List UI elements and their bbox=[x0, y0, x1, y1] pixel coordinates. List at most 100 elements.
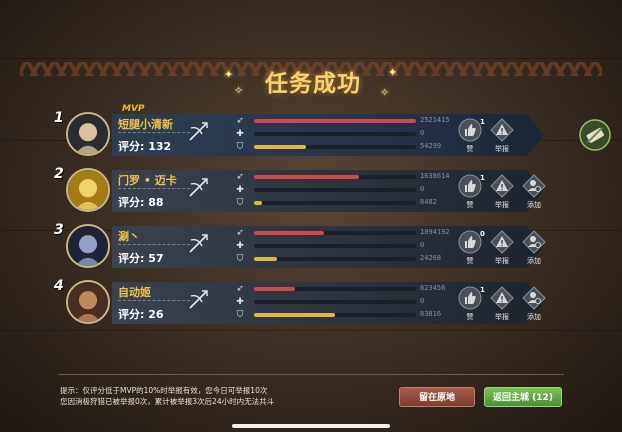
name-underline bbox=[118, 244, 190, 245]
damage-value: 2521415 bbox=[420, 116, 450, 124]
rank-number: 2 bbox=[54, 166, 64, 182]
like-count: 0 bbox=[480, 230, 485, 238]
tank-value: 83816 bbox=[420, 310, 442, 318]
add-friend-icon[interactable] bbox=[522, 174, 546, 198]
wood-plank-line bbox=[0, 58, 622, 59]
share-icon[interactable] bbox=[578, 118, 612, 152]
score-prefix: 评分: bbox=[118, 140, 149, 153]
heal-value: 0 bbox=[420, 185, 425, 193]
player-avatar[interactable] bbox=[66, 280, 110, 324]
sparkle-icon: ✧ bbox=[234, 84, 244, 97]
player-name[interactable]: 自动姬 bbox=[118, 284, 151, 300]
stay-button[interactable]: 留在原地 bbox=[399, 387, 475, 407]
shield-icon: ⛉ bbox=[236, 142, 244, 152]
sparkle-icon: ✦ bbox=[224, 68, 234, 81]
tank-value: 54299 bbox=[420, 142, 442, 150]
add-friend-label: 添加 bbox=[527, 313, 541, 321]
rank-number: 3 bbox=[54, 222, 64, 238]
player-avatar[interactable] bbox=[66, 112, 110, 156]
heal-value: 0 bbox=[420, 241, 425, 249]
return-to-city-button[interactable]: 返回主城 (12) bbox=[484, 387, 562, 407]
like-button[interactable] bbox=[458, 230, 482, 254]
score-prefix: 评分: bbox=[118, 308, 149, 321]
warning-icon[interactable] bbox=[490, 230, 514, 254]
crossbow-icon bbox=[189, 234, 208, 253]
like-button[interactable] bbox=[458, 286, 482, 310]
mvp-badge: MVP bbox=[122, 104, 145, 114]
tank-bar-fill bbox=[254, 145, 306, 149]
name-underline bbox=[118, 188, 190, 189]
score-value: 88 bbox=[148, 196, 164, 209]
shield-icon: ⛉ bbox=[236, 310, 244, 320]
tank-bar bbox=[254, 313, 416, 317]
tank-value: 8482 bbox=[420, 198, 437, 206]
plus-icon: ✚ bbox=[236, 241, 244, 251]
report-label: 举报 bbox=[495, 145, 509, 153]
player-score: 评分: 26 bbox=[118, 306, 164, 322]
crossbow-icon bbox=[189, 122, 208, 141]
wood-plank-line bbox=[0, 330, 622, 331]
player-name[interactable]: 短腿小清新 bbox=[118, 116, 173, 132]
like-label: 赞 bbox=[466, 201, 474, 209]
sparkle-icon: ✧ bbox=[380, 86, 390, 99]
player-score: 评分: 57 bbox=[118, 250, 164, 266]
damage-bar-fill bbox=[254, 287, 295, 291]
tank-bar bbox=[254, 201, 416, 205]
plus-icon: ✚ bbox=[236, 185, 244, 195]
heal-value: 0 bbox=[420, 297, 425, 305]
add-friend-icon[interactable] bbox=[522, 230, 546, 254]
warning-icon[interactable] bbox=[490, 286, 514, 310]
score-value: 57 bbox=[148, 252, 164, 265]
shield-icon: ⛉ bbox=[236, 198, 244, 208]
heal-bar bbox=[254, 132, 416, 136]
damage-value: 1094192 bbox=[420, 228, 450, 236]
add-friend-label: 添加 bbox=[527, 257, 541, 265]
like-label: 赞 bbox=[466, 257, 474, 265]
tip-text-line-1: 提示：仅评分低于MVP的10%时举报有效，您今日可举报10次 bbox=[60, 386, 268, 395]
mission-result-title: ✦ ✧ ✦ ✧ 任务成功 bbox=[224, 64, 398, 104]
score-prefix: 评分: bbox=[118, 252, 149, 265]
player-row: 3 涮丶 评分: 57 ➶ ✚ ⛉ 1094192 0 24268 0 赞 举报… bbox=[54, 222, 554, 272]
damage-bar-fill bbox=[254, 231, 324, 235]
heal-bar bbox=[254, 300, 416, 304]
rank-number: 4 bbox=[54, 278, 64, 294]
name-underline bbox=[118, 300, 190, 301]
warning-icon[interactable] bbox=[490, 118, 514, 142]
crossbow-icon bbox=[189, 290, 208, 309]
rocket-icon: ➶ bbox=[236, 228, 244, 238]
damage-bar bbox=[254, 175, 416, 179]
home-indicator[interactable] bbox=[232, 424, 390, 428]
report-label: 举报 bbox=[495, 201, 509, 209]
add-friend-icon[interactable] bbox=[522, 286, 546, 310]
add-friend-label: 添加 bbox=[527, 201, 541, 209]
player-name[interactable]: 涮丶 bbox=[118, 228, 140, 244]
score-value: 132 bbox=[148, 140, 172, 153]
plus-icon: ✚ bbox=[236, 297, 244, 307]
player-avatar[interactable] bbox=[66, 224, 110, 268]
damage-bar bbox=[254, 231, 416, 235]
tank-bar-fill bbox=[254, 201, 263, 205]
damage-value: 1638614 bbox=[420, 172, 450, 180]
damage-bar bbox=[254, 287, 416, 291]
name-underline bbox=[118, 132, 190, 133]
score-value: 26 bbox=[148, 308, 164, 321]
rocket-icon: ➶ bbox=[236, 284, 244, 294]
player-name[interactable]: 门罗 • 迈卡 bbox=[118, 172, 177, 188]
like-button[interactable] bbox=[458, 174, 482, 198]
player-score: 评分: 132 bbox=[118, 138, 171, 154]
warning-icon[interactable] bbox=[490, 174, 514, 198]
player-avatar[interactable] bbox=[66, 168, 110, 212]
damage-bar-fill bbox=[254, 175, 360, 179]
plus-icon: ✚ bbox=[236, 129, 244, 139]
like-button[interactable] bbox=[458, 118, 482, 142]
like-count: 1 bbox=[480, 286, 485, 294]
like-count: 1 bbox=[480, 174, 485, 182]
score-prefix: 评分: bbox=[118, 196, 149, 209]
player-row: 1 MVP 短腿小清新 评分: 132 ➶ ✚ ⛉ 2521415 0 5429… bbox=[54, 104, 554, 160]
title-text: 任务成功 bbox=[265, 71, 361, 97]
report-label: 举报 bbox=[495, 257, 509, 265]
player-row: 4 自动姬 评分: 26 ➶ ✚ ⛉ 623456 0 83816 1 赞 举报… bbox=[54, 278, 554, 328]
report-label: 举报 bbox=[495, 313, 509, 321]
tank-bar-fill bbox=[254, 313, 335, 317]
crossbow-icon bbox=[189, 178, 208, 197]
